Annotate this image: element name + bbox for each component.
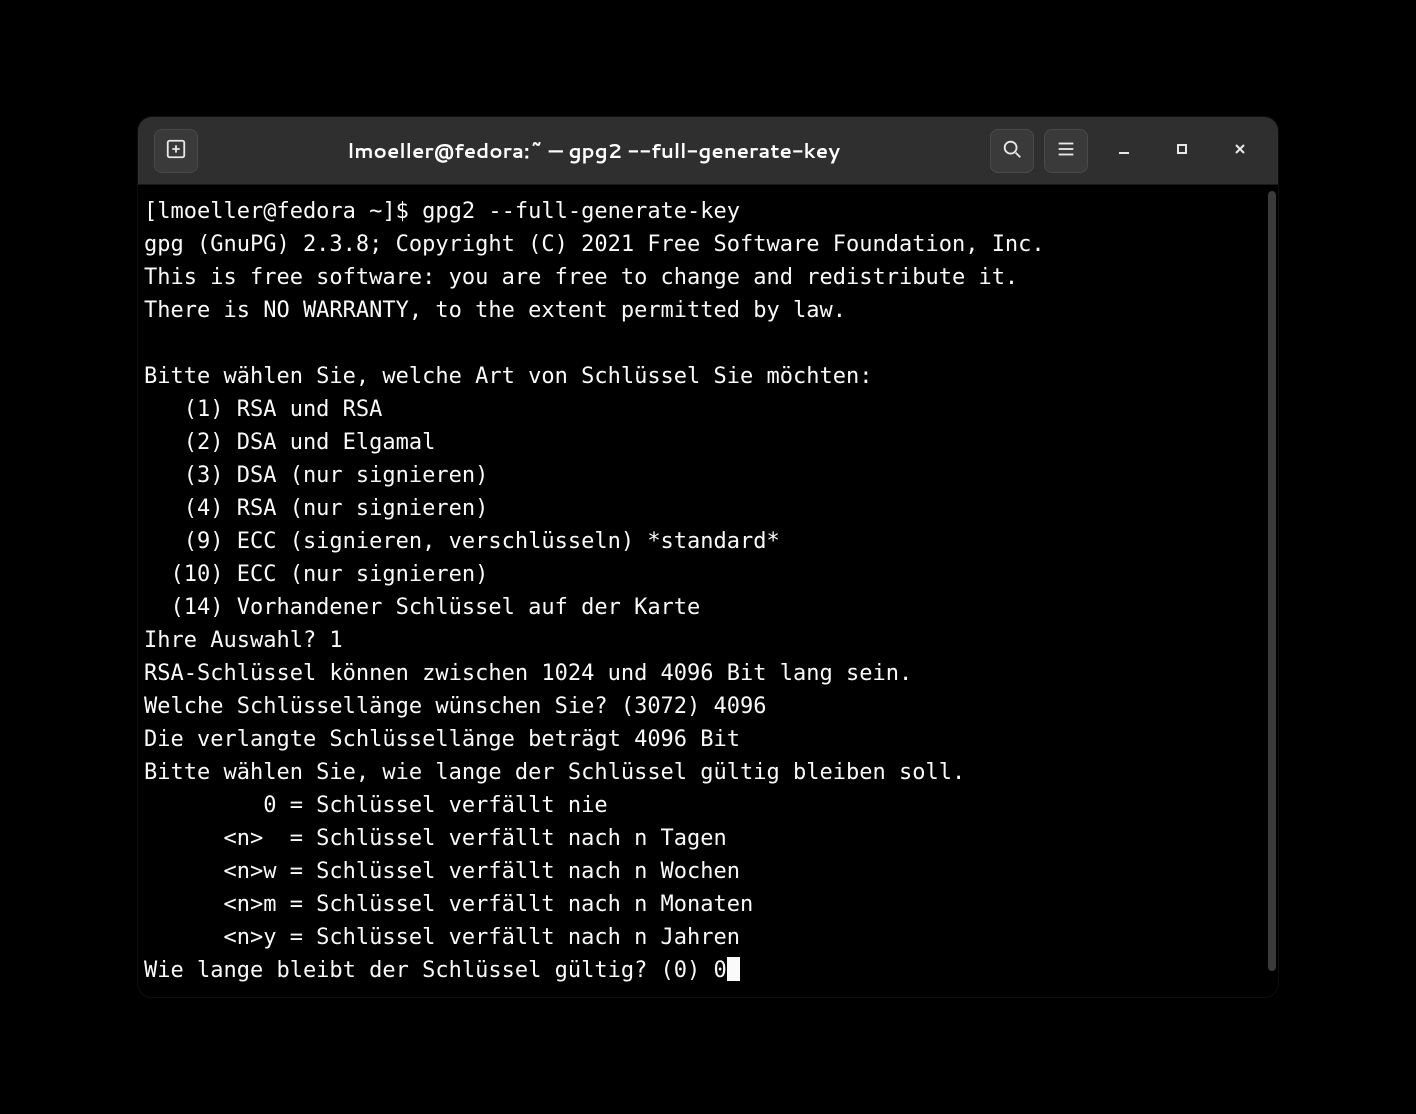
- scrollbar-thumb[interactable]: [1268, 191, 1276, 971]
- hamburger-icon: [1055, 138, 1077, 164]
- plus-box-icon: [165, 138, 187, 164]
- terminal-cursor: [727, 957, 740, 981]
- search-button[interactable]: [990, 129, 1034, 173]
- terminal-area[interactable]: [lmoeller@fedora ~]$ gpg2 --full-generat…: [138, 185, 1278, 997]
- terminal-window: lmoeller@fedora:~ — gpg2 --full-generate…: [138, 117, 1278, 997]
- window-controls: [1110, 137, 1262, 165]
- window-title: lmoeller@fedora:~ — gpg2 --full-generate…: [208, 137, 980, 165]
- maximize-button[interactable]: [1168, 137, 1196, 165]
- minimize-icon: [1117, 141, 1131, 160]
- titlebar: lmoeller@fedora:~ — gpg2 --full-generate…: [138, 117, 1278, 185]
- maximize-icon: [1175, 141, 1189, 160]
- terminal-output[interactable]: [lmoeller@fedora ~]$ gpg2 --full-generat…: [138, 185, 1266, 997]
- search-icon: [1001, 138, 1023, 164]
- minimize-button[interactable]: [1110, 137, 1138, 165]
- close-button[interactable]: [1226, 137, 1254, 165]
- close-icon: [1233, 141, 1247, 160]
- new-tab-button[interactable]: [154, 129, 198, 173]
- menu-button[interactable]: [1044, 129, 1088, 173]
- scrollbar[interactable]: [1266, 185, 1278, 997]
